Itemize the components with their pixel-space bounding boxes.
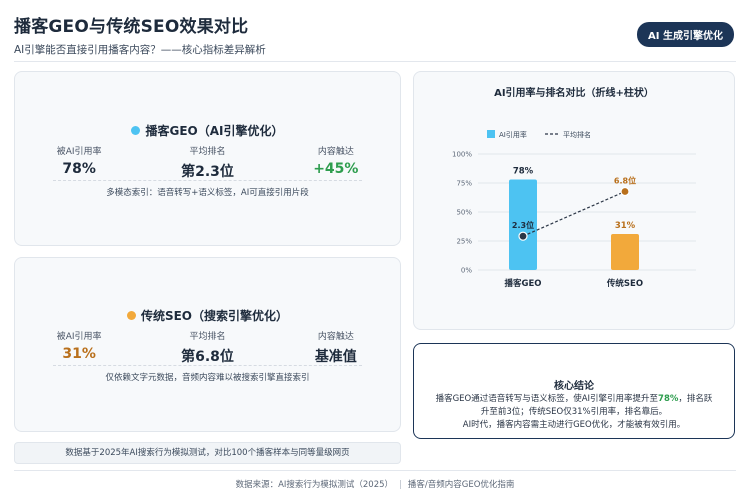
y-tick-label: 100% bbox=[452, 151, 472, 159]
legend-bar-label: AI引用率 bbox=[499, 130, 527, 139]
seo-card: 传统SEO（搜索引擎优化） 被AI引用率 31% 平均排名 第6.8位 内容触达… bbox=[14, 257, 401, 432]
geo-note: 多模态索引：语音转写+语义标签，AI可直接引用片段 bbox=[106, 188, 309, 198]
y-tick-label: 25% bbox=[456, 238, 472, 246]
x-tick-label: 播客GEO bbox=[504, 278, 541, 289]
x-tick-label: 传统SEO bbox=[606, 278, 643, 289]
seo-metric-citation: 被AI引用率 31% bbox=[56, 332, 102, 362]
conclusion-line-1: 播客GEO通过语音转写与语义标签，使AI引擎引用率提升至78%，排名跃 bbox=[435, 394, 713, 404]
geo-dot-icon bbox=[131, 126, 141, 135]
y-tick-label: 0% bbox=[461, 267, 472, 275]
geo-card: 播客GEO（AI引擎优化） 被AI引用率 78% 平均排名 第2.3位 内容触达… bbox=[14, 71, 401, 246]
geo-metric-rank: 平均排名 第2.3位 bbox=[181, 147, 234, 180]
geo-card-title: 播客GEO（AI引擎优化） bbox=[15, 122, 400, 139]
page-subtitle: AI引擎能否直接引用播客内容？——核心指标差异解析 bbox=[14, 44, 266, 56]
seo-metrics: 被AI引用率 31% 平均排名 第6.8位 内容触达 基准值 bbox=[15, 329, 400, 366]
header-divider bbox=[14, 61, 736, 62]
seo-metric-reach: 内容触达 基准值 bbox=[314, 332, 357, 365]
chart-card: AI引用率与排名对比（折线+柱状） AI引用率 平均排名 0% 25% 50% 75% 10… bbox=[413, 71, 735, 330]
seo-card-title: 传统SEO（搜索引擎优化） bbox=[15, 307, 400, 324]
footer-divider bbox=[14, 470, 736, 471]
y-tick-label: 75% bbox=[456, 180, 472, 188]
geo-metric-citation: 被AI引用率 78% bbox=[56, 147, 102, 177]
geo-divider bbox=[53, 180, 362, 181]
footer: 数据来源：AI搜索行为模拟测试（2025） | 播客/音频内容GEO优化指南 bbox=[235, 480, 515, 490]
bar bbox=[611, 234, 639, 270]
conclusion-line-3: AI时代，播客内容需主动进行GEO优化，才能被有效引用。 bbox=[462, 420, 686, 430]
data-footnote: 数据基于2025年AI搜索行为模拟测试，对比100个播客样本与同等量级网页 bbox=[14, 442, 401, 464]
ai-badge[interactable]: AI 生成引擎优化 bbox=[637, 22, 734, 47]
conclusion-body: 播客GEO通过语音转写与语义标签，使AI引擎引用率提升至78%，排名跃 升至前3… bbox=[428, 393, 720, 432]
rank-value-label: 6.8位 bbox=[614, 176, 636, 186]
rank-value-label: 2.3位 bbox=[512, 220, 534, 230]
seo-metric-rank: 平均排名 第6.8位 bbox=[181, 332, 234, 365]
chart-svg: AI引用率 平均排名 0% 25% 50% 75% 100% 78% 播客GEO 31% 传统SEO… bbox=[452, 130, 696, 289]
seo-divider bbox=[53, 365, 362, 366]
header: 播客GEO与传统SEO效果对比 AI引擎能否直接引用播客内容？——核心指标差异解… bbox=[14, 12, 266, 57]
rank-line bbox=[522, 190, 626, 237]
rank-point bbox=[518, 231, 528, 241]
footer-guide: 播客/音频内容GEO优化指南 bbox=[407, 480, 515, 490]
seo-note: 仅依赖文字元数据，音频内容难以被搜索引擎直接索引 bbox=[105, 373, 310, 383]
conclusion-line-2: 升至前3位；传统SEO仅31%引用率，排名靠后。 bbox=[480, 407, 668, 417]
conclusion-card: 核心结论 播客GEO通过语音转写与语义标签，使AI引擎引用率提升至78%，排名跃… bbox=[413, 343, 735, 439]
seo-dot-icon bbox=[126, 311, 136, 320]
conclusion-title: 核心结论 bbox=[554, 381, 594, 392]
footer-source: 数据来源：AI搜索行为模拟测试（2025） bbox=[235, 480, 394, 490]
page-title: 播客GEO与传统SEO效果对比 bbox=[14, 17, 249, 37]
y-tick-label: 50% bbox=[456, 209, 472, 217]
legend-line-label: 平均排名 bbox=[563, 130, 591, 139]
rank-point bbox=[620, 186, 630, 197]
geo-metrics: 被AI引用率 78% 平均排名 第2.3位 内容触达 +45% bbox=[15, 144, 400, 181]
legend-bar-swatch bbox=[487, 130, 495, 138]
bar-value-label: 78% bbox=[513, 167, 534, 177]
bar-value-label: 31% bbox=[615, 221, 636, 231]
geo-metric-reach: 内容触达 +45% bbox=[313, 147, 359, 177]
